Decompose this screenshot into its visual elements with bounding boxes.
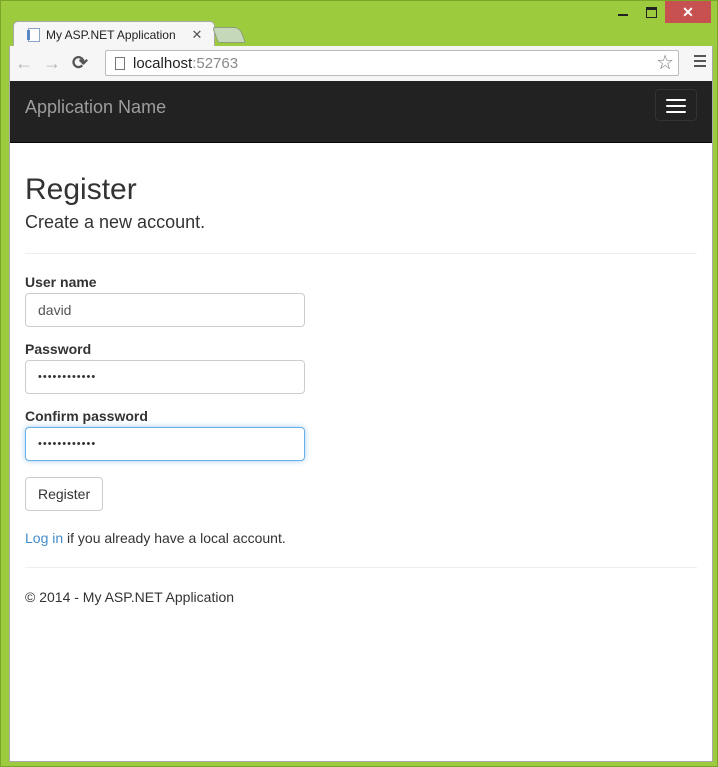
main-content: Register Create a new account. User name… [10, 143, 712, 605]
confirm-password-group: Confirm password •••••••••••• [25, 408, 697, 461]
minimize-icon [618, 14, 628, 16]
browser-tab[interactable]: My ASP.NET Application ✕ [13, 21, 215, 48]
page-title: Register [25, 173, 137, 206]
reload-button[interactable]: ⟳ [66, 50, 94, 78]
password-input[interactable]: •••••••••••• [25, 360, 305, 394]
login-prompt: Log in if you already have a local accou… [25, 530, 697, 546]
hamburger-icon-bar [666, 111, 686, 113]
reload-icon: ⟳ [72, 53, 88, 74]
hamburger-icon-bar [666, 99, 686, 101]
register-button[interactable]: Register [25, 477, 104, 511]
browser-toolbar: ← → ⟳ localhost:52763 ☆ [9, 46, 713, 81]
back-arrow-icon: ← [15, 53, 33, 73]
window-controls: ✕ [609, 1, 711, 23]
page-icon [28, 28, 40, 42]
forward-arrow-icon: → [43, 53, 61, 73]
page-viewport: Application Name Register Create a new a… [9, 81, 713, 762]
url-port: :52763 [192, 54, 239, 72]
page-icon [115, 56, 125, 70]
menu-line [694, 65, 706, 67]
username-input[interactable]: david [25, 293, 305, 327]
divider [25, 253, 697, 254]
menu-line [694, 60, 706, 62]
minimize-button[interactable] [609, 1, 637, 23]
login-prompt-text: if you already have a local account. [63, 530, 286, 546]
tab-title: My ASP.NET Application [46, 28, 176, 42]
tab-strip: My ASP.NET Application ✕ [9, 21, 709, 48]
browser-window: ✕ My ASP.NET Application ✕ ← → ⟳ localho… [0, 0, 718, 767]
brand-link[interactable]: Application Name [25, 97, 166, 118]
page-subtitle: Create a new account. [25, 212, 206, 232]
url-host: localhost [133, 54, 193, 72]
bookmark-star-icon[interactable]: ☆ [656, 52, 674, 74]
footer-text: © 2014 - My ASP.NET Application [25, 589, 235, 605]
new-tab-button[interactable] [212, 27, 246, 43]
username-group: User name david [25, 274, 697, 327]
address-bar[interactable]: localhost:52763 ☆ [105, 50, 679, 76]
site-navbar: Application Name [10, 81, 712, 143]
login-link[interactable]: Log in [25, 530, 63, 546]
close-icon: ✕ [682, 3, 694, 20]
maximize-button[interactable] [637, 1, 665, 23]
close-window-button[interactable]: ✕ [665, 1, 711, 23]
navbar-toggle-button[interactable] [655, 89, 697, 121]
footer-divider [25, 567, 697, 568]
confirm-password-label: Confirm password [25, 408, 148, 424]
confirm-password-input[interactable]: •••••••••••• [25, 427, 305, 461]
hamburger-icon-bar [666, 105, 686, 107]
password-group: Password •••••••••••• [25, 341, 697, 394]
menu-line [694, 55, 706, 57]
password-label: Password [25, 341, 92, 357]
browser-menu-button[interactable] [694, 55, 706, 70]
maximize-icon [645, 6, 657, 18]
username-label: User name [25, 274, 97, 290]
tab-close-icon[interactable]: ✕ [188, 27, 206, 43]
forward-button[interactable]: → [38, 50, 66, 78]
back-button[interactable]: ← [10, 50, 38, 78]
